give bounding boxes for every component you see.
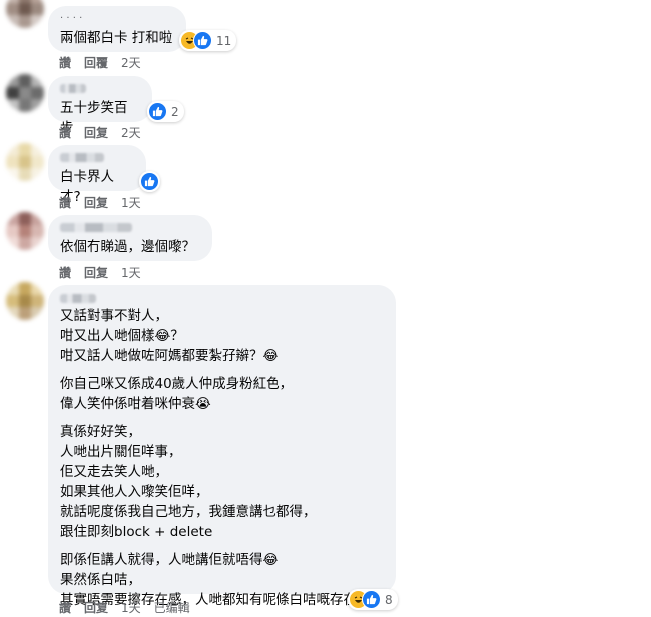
reaction-count: 8 bbox=[385, 592, 393, 607]
comment-actions: 讚 回覆 2天 bbox=[59, 54, 154, 71]
author-name[interactable] bbox=[60, 223, 132, 232]
like-button[interactable]: 讚 bbox=[59, 124, 71, 141]
timestamp[interactable]: 2天 bbox=[121, 54, 141, 71]
reaction-summary[interactable] bbox=[139, 171, 160, 192]
comment-bubble: 五十步笑百步 bbox=[48, 76, 152, 136]
edited-label[interactable]: 已编輯 bbox=[154, 599, 190, 616]
comment-actions: 讚 回复 1天 已编輯 bbox=[59, 599, 203, 616]
timestamp[interactable]: 1天 bbox=[121, 599, 141, 616]
comment-text: 依個冇睇過，邊個嚟？ bbox=[60, 239, 195, 255]
avatar[interactable] bbox=[6, 282, 44, 320]
avatar[interactable] bbox=[6, 74, 44, 112]
timestamp[interactable]: 1天 bbox=[121, 264, 141, 281]
like-button[interactable]: 讚 bbox=[59, 264, 71, 281]
comment-bubble: · · · · 兩個都白卡 打和啦 bbox=[48, 6, 186, 52]
comment-paragraph: 你自己咪又係成40歲人仲成身粉紅色， 偉人笑仲係咁着咪仲衰😭 bbox=[60, 376, 294, 412]
comment-paragraph: 又話對事不對人， 咁又出人哋個樣😂？ 咁又話人哋做咗阿媽都要紮孖辮？😂 bbox=[60, 308, 279, 364]
like-reaction-icon bbox=[140, 172, 159, 191]
reply-button[interactable]: 回复 bbox=[84, 124, 108, 141]
reply-button[interactable]: 回复 bbox=[84, 194, 108, 211]
like-reaction-icon bbox=[362, 590, 381, 609]
like-reaction-icon bbox=[193, 31, 212, 50]
comment-paragraph: 真係好好笑， 人哋出片關佢咩事， 佢又走去笑人哋， 如果其他人入嚟笑佢咩， 就話… bbox=[60, 424, 317, 540]
comment-actions: 讚 回复 2天 bbox=[59, 124, 154, 141]
like-button[interactable]: 讚 bbox=[59, 54, 71, 71]
reaction-count: 2 bbox=[171, 104, 179, 119]
comment-bubble: 白卡界人才? bbox=[48, 145, 146, 205]
reaction-count: 11 bbox=[216, 33, 232, 48]
timestamp[interactable]: 2天 bbox=[121, 124, 141, 141]
reply-button[interactable]: 回复 bbox=[84, 264, 108, 281]
comment-actions: 讚 回复 1天 bbox=[59, 264, 154, 281]
like-reaction-icon bbox=[148, 102, 167, 121]
avatar[interactable] bbox=[6, 0, 44, 28]
author-name[interactable] bbox=[60, 84, 86, 93]
like-button[interactable]: 讚 bbox=[59, 194, 71, 211]
comment-bubble: 又話對事不對人， 咁又出人哋個樣😂？ 咁又話人哋做咗阿媽都要紮孖辮？😂 你自己咪… bbox=[48, 285, 396, 608]
reaction-summary[interactable]: 8 bbox=[348, 589, 398, 610]
comment-bubble: 依個冇睇過，邊個嚟？ bbox=[48, 215, 212, 261]
reply-button[interactable]: 回覆 bbox=[84, 54, 108, 71]
reaction-summary[interactable]: 2 bbox=[147, 101, 184, 122]
avatar[interactable] bbox=[6, 212, 44, 250]
reply-button[interactable]: 回复 bbox=[84, 599, 108, 616]
reaction-summary[interactable]: 11 bbox=[179, 30, 237, 51]
like-button[interactable]: 讚 bbox=[59, 599, 71, 616]
author-name[interactable]: · · · · bbox=[60, 14, 174, 24]
avatar[interactable] bbox=[6, 143, 44, 181]
comment-text: 兩個都白卡 打和啦 bbox=[60, 30, 173, 46]
timestamp[interactable]: 1天 bbox=[121, 194, 141, 211]
comment-actions: 讚 回复 1天 bbox=[59, 194, 154, 211]
author-name[interactable] bbox=[60, 294, 96, 303]
author-name[interactable] bbox=[60, 153, 104, 162]
